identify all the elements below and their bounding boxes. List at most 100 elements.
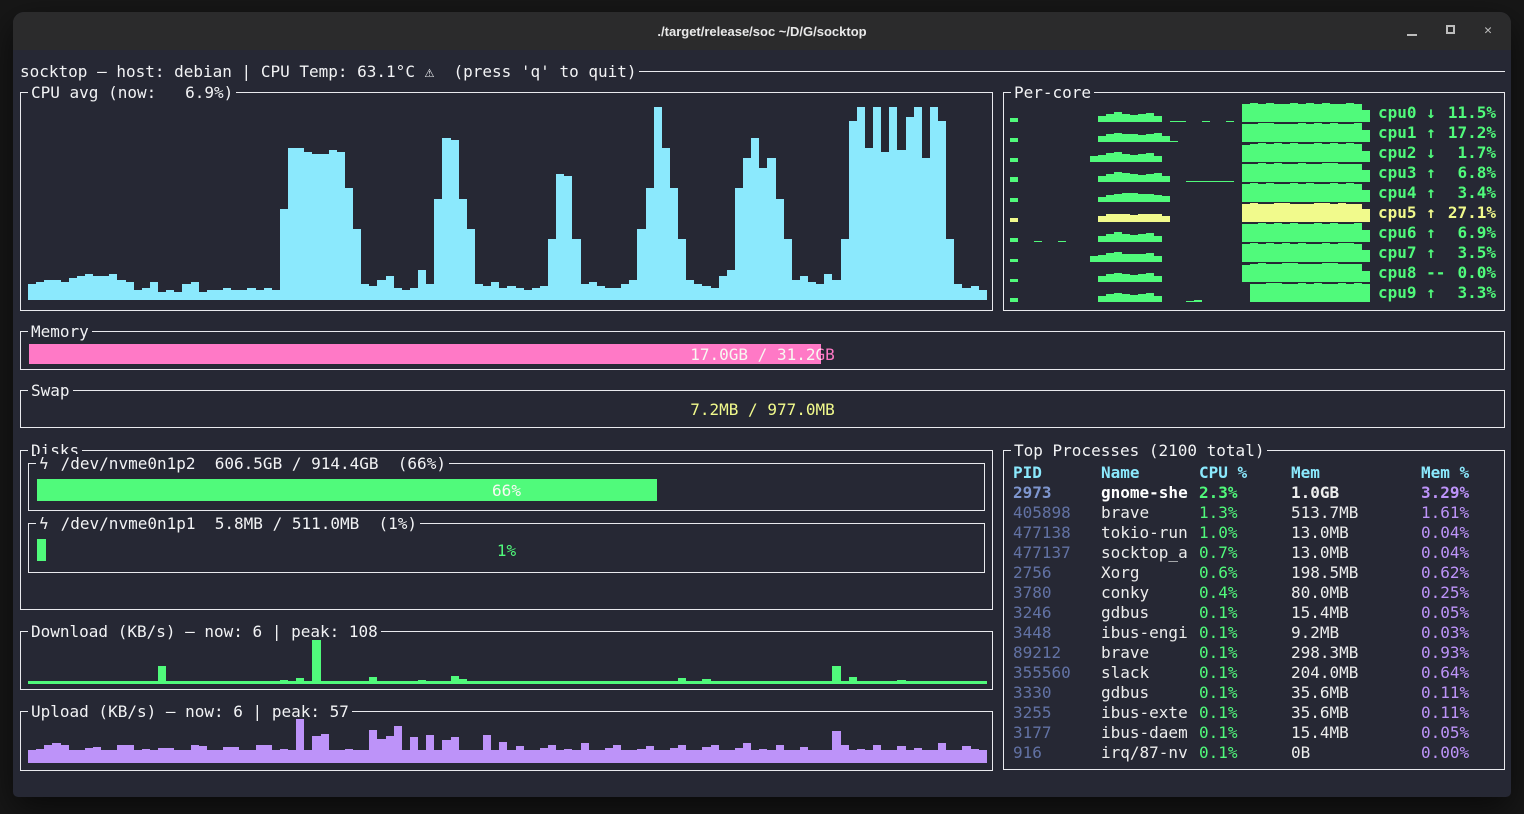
spark-bar bbox=[1306, 244, 1314, 262]
chart-bar bbox=[548, 239, 556, 300]
core-name-trend: cpu1 ↑ bbox=[1378, 123, 1436, 142]
chart-bar bbox=[589, 681, 597, 684]
chart-bar bbox=[637, 749, 645, 763]
maximize-button[interactable] bbox=[1443, 24, 1457, 38]
process-rows: 2973gnome-she2.3%1.0GB3.29%405898brave1.… bbox=[1013, 482, 1500, 762]
chart-bar bbox=[979, 681, 987, 684]
spark-bar bbox=[1242, 124, 1250, 142]
chart-bar bbox=[954, 750, 962, 763]
spark-bar bbox=[1298, 243, 1306, 262]
spark-bar bbox=[1290, 164, 1298, 182]
spark-bar bbox=[1146, 134, 1154, 142]
chart-bar bbox=[459, 199, 467, 301]
spark-bar bbox=[1362, 110, 1370, 122]
chart-bar bbox=[881, 152, 889, 300]
spark-bar bbox=[1362, 209, 1370, 222]
spark-bar bbox=[1122, 214, 1130, 222]
chart-bar bbox=[272, 290, 280, 300]
spark-bar bbox=[1306, 103, 1314, 122]
disk-item: ϟ/dev/nvme0n1p1 5.8MB / 511.0MB (1%) 1% bbox=[28, 523, 985, 573]
process-cell: 916 bbox=[1013, 743, 1101, 762]
core-sparkline bbox=[1010, 142, 1370, 162]
chart-bar bbox=[231, 747, 239, 763]
chart-bar bbox=[321, 681, 329, 684]
spark-bar bbox=[1346, 103, 1354, 122]
spark-bar bbox=[1146, 273, 1154, 282]
chart-bar bbox=[134, 750, 142, 763]
chart-bar bbox=[491, 750, 499, 763]
percore-row: cpu9 ↑3.3% bbox=[1010, 282, 1498, 302]
chart-bar bbox=[857, 681, 865, 684]
window-titlebar[interactable]: ./target/release/soc ~/D/G/socktop ✕ bbox=[13, 12, 1511, 50]
chart-bar bbox=[377, 280, 385, 300]
spark-bar bbox=[1250, 103, 1258, 122]
process-cell: 1.61% bbox=[1421, 503, 1501, 522]
chart-bar bbox=[223, 288, 231, 300]
app-header: socktop — host: debian | CPU Temp: 63.1°… bbox=[20, 62, 1505, 81]
chart-bar bbox=[954, 681, 962, 684]
window-controls: ✕ bbox=[1405, 12, 1495, 50]
chart-bar bbox=[247, 288, 255, 300]
spark-bar bbox=[1354, 244, 1362, 262]
chart-bar bbox=[841, 681, 849, 684]
minimize-button[interactable] bbox=[1405, 24, 1419, 38]
spark-bar bbox=[1314, 264, 1322, 282]
process-cell: 0.1% bbox=[1199, 643, 1291, 662]
spark-bar bbox=[1138, 214, 1146, 222]
disk-usage-gauge: 1% bbox=[37, 539, 976, 561]
spark-bar bbox=[1130, 174, 1138, 182]
spark-bar bbox=[1314, 283, 1322, 302]
spark-bar bbox=[1322, 144, 1330, 162]
core-sparkline bbox=[1010, 202, 1370, 222]
chart-bar bbox=[182, 284, 190, 300]
chart-bar bbox=[516, 746, 524, 763]
chart-bar bbox=[613, 745, 621, 763]
chart-bar bbox=[386, 681, 394, 684]
spark-bar bbox=[1322, 124, 1330, 142]
chart-bar bbox=[662, 750, 670, 763]
chart-bar bbox=[629, 750, 637, 763]
process-cell: 1.0% bbox=[1199, 523, 1291, 542]
chart-bar bbox=[36, 681, 44, 684]
chart-bar bbox=[85, 681, 93, 684]
close-button[interactable]: ✕ bbox=[1481, 24, 1495, 38]
core-sparkline bbox=[1010, 122, 1370, 142]
chart-bar bbox=[475, 681, 483, 684]
disk-icon: ϟ bbox=[39, 454, 49, 473]
chart-bar bbox=[329, 150, 337, 300]
spark-bar bbox=[1122, 274, 1130, 282]
process-cell: 0.1% bbox=[1199, 723, 1291, 742]
chart-bar bbox=[589, 750, 597, 763]
chart-bar bbox=[345, 188, 353, 300]
chart-bar bbox=[524, 681, 532, 684]
chart-bar bbox=[69, 750, 77, 763]
chart-bar bbox=[621, 284, 629, 300]
spark-bar bbox=[1146, 253, 1154, 262]
spark-bar bbox=[1362, 151, 1370, 162]
percore-row: cpu7 ↑3.5% bbox=[1010, 242, 1498, 262]
spark-bar bbox=[1122, 234, 1130, 242]
chart-bar bbox=[914, 107, 922, 300]
spark-bar bbox=[1106, 153, 1114, 162]
chart-bar bbox=[922, 158, 930, 300]
chart-bar bbox=[613, 288, 621, 300]
spark-bar bbox=[1146, 214, 1154, 222]
chart-bar bbox=[979, 290, 987, 300]
chart-bar bbox=[158, 666, 166, 684]
process-row: 2973gnome-she2.3%1.0GB3.29% bbox=[1013, 482, 1500, 502]
chart-bar bbox=[85, 274, 93, 300]
spark-bar bbox=[1154, 296, 1162, 302]
spark-bar bbox=[1146, 153, 1154, 162]
column-header-pid: PID bbox=[1013, 463, 1101, 482]
chart-bar bbox=[44, 280, 52, 300]
spark-bar bbox=[1330, 183, 1338, 202]
chart-bar bbox=[832, 731, 840, 763]
chart-bar bbox=[361, 284, 369, 300]
chart-bar bbox=[264, 745, 272, 763]
spark-bar bbox=[1354, 164, 1362, 182]
chart-bar bbox=[670, 748, 678, 763]
chart-bar bbox=[61, 282, 69, 300]
chart-bar bbox=[751, 750, 759, 763]
spark-bar bbox=[1274, 143, 1282, 162]
core-percent: 6.9% bbox=[1457, 223, 1496, 242]
